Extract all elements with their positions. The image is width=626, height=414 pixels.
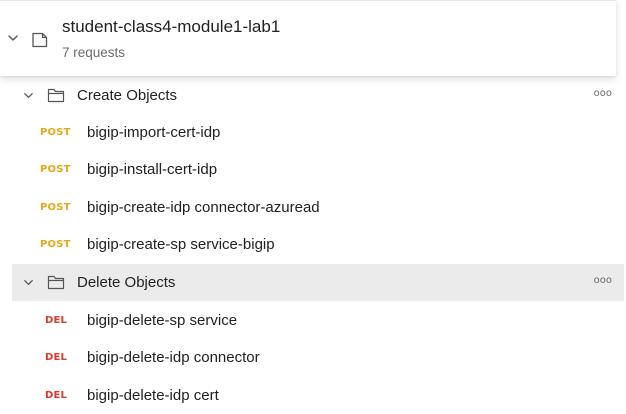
chevron-down-icon[interactable]	[7, 32, 19, 44]
more-options-icon[interactable]: ooo	[594, 88, 612, 99]
folder-delete-objects[interactable]: Delete Objects ooo	[12, 264, 624, 301]
collection-header[interactable]: student-class4-module1-lab1 7 requests	[0, 0, 616, 76]
request-name[interactable]: bigip-delete-idp cert	[87, 387, 219, 404]
request-item[interactable]: POST bigip-create-idp connector-azuread	[0, 189, 612, 226]
request-item[interactable]: POST bigip-install-cert-idp	[0, 151, 612, 188]
request-count: 7 requests	[62, 45, 126, 60]
request-item[interactable]: POST bigip-create-sp service-bigip	[0, 226, 612, 263]
request-name[interactable]: bigip-delete-sp service	[87, 312, 237, 329]
method-badge-post: POST	[40, 127, 71, 138]
method-badge-del: DEL	[45, 315, 68, 326]
request-name[interactable]: bigip-create-sp service-bigip	[87, 236, 275, 253]
request-item[interactable]: DEL bigip-delete-idp cert	[0, 377, 612, 414]
method-badge-post: POST	[40, 202, 71, 213]
request-name[interactable]: bigip-delete-idp connector	[87, 349, 260, 366]
chevron-down-icon[interactable]	[23, 90, 34, 101]
folder-icon	[47, 88, 65, 103]
chevron-down-icon[interactable]	[23, 277, 34, 288]
collection-sidebar: student-class4-module1-lab1 7 requests C…	[0, 0, 626, 414]
method-badge-post: POST	[40, 239, 71, 250]
folder-create-objects[interactable]: Create Objects ooo	[12, 77, 624, 114]
more-options-icon[interactable]: ooo	[594, 275, 612, 286]
folder-icon	[47, 275, 65, 290]
request-item[interactable]: DEL bigip-delete-sp service	[0, 302, 612, 339]
request-name[interactable]: bigip-import-cert-idp	[87, 124, 220, 141]
request-name[interactable]: bigip-install-cert-idp	[87, 161, 217, 178]
folder-label[interactable]: Delete Objects	[77, 274, 175, 291]
folder-label[interactable]: Create Objects	[77, 87, 177, 104]
collection-icon	[32, 32, 48, 48]
method-badge-del: DEL	[45, 390, 68, 401]
collection-title[interactable]: student-class4-module1-lab1	[62, 17, 280, 37]
request-item[interactable]: POST bigip-import-cert-idp	[0, 114, 612, 151]
method-badge-post: POST	[40, 164, 71, 175]
method-badge-del: DEL	[45, 352, 68, 363]
request-item[interactable]: DEL bigip-delete-idp connector	[0, 339, 612, 376]
request-name[interactable]: bigip-create-idp connector-azuread	[87, 199, 320, 216]
